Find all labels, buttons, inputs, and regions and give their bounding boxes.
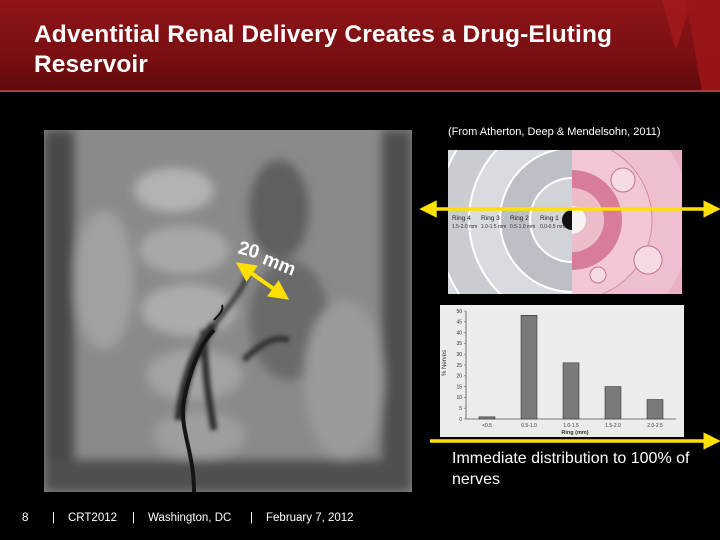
y-tick-label: 10 [456,395,462,401]
x-tick-label: 1.0-1.5 [563,423,579,429]
x-tick-label: 2.0-2.5 [647,423,663,429]
y-tick-label: 45 [456,320,462,326]
y-tick-label: 15 [456,384,462,390]
bar [520,315,538,420]
footer-event: CRT2012 [68,512,118,524]
y-tick-label: 20 [456,374,462,380]
slide-footer: 8 | CRT2012 | Washington, DC | February … [0,510,720,530]
nerve-distribution-chart: % Nerves Ring (mm) 0 5 10 15 20 25 30 35 40 45 50 <… [440,305,684,437]
footer-location: Washington, DC [148,512,232,524]
angiogram-image [44,130,412,492]
x-tick-label: 1.5-2.0 [605,423,621,429]
ring-label: Ring 4 [452,215,471,222]
footer-separator: | [250,512,253,524]
slide-title: Adventitial Renal Delivery Creates a Dru… [34,21,613,78]
bar [478,416,496,420]
ring-range: 1.5-2.0 mm [452,224,477,230]
ring-label: Ring 1 [540,215,559,222]
bar [604,386,622,420]
y-tick-label: 40 [456,330,462,336]
ring-label: Ring 3 [481,215,500,222]
bar [562,362,580,420]
y-tick-label: 0 [459,417,462,423]
ring-label: Ring 2 [510,215,529,222]
bar [646,399,664,420]
header-divider [0,90,720,92]
y-tick-label: 25 [456,363,462,369]
ring-range: 0.5-1.0 mm [510,224,535,230]
concentric-rings-diagram: Ring 4 1.5-2.0 mm Ring 3 1.0-1.5 mm Ring… [448,150,682,294]
y-axis-label: % Nerves [442,350,448,376]
y-tick-label: 5 [459,406,462,412]
footer-date: February 7, 2012 [266,512,354,524]
x-tick-label: <0.5 [482,423,492,429]
slide-header: Adventitial Renal Delivery Creates a Dru… [0,0,720,92]
citation-text: (From Atherton, Deep & Mendelsohn, 2011) [448,126,661,138]
ring-range: 0.0-0.5 mm [540,224,565,230]
y-tick-label: 50 [456,309,462,315]
footer-separator: | [132,512,135,524]
x-tick-label: 0.5-1.0 [521,423,537,429]
y-tick-label: 35 [456,341,462,347]
brand-logo [662,0,720,92]
footer-separator: | [52,512,55,524]
y-tick-label: 30 [456,352,462,358]
x-axis-label: Ring (mm) [561,430,588,436]
page-number: 8 [22,512,29,524]
ring-range: 1.0-1.5 mm [481,224,506,230]
caption-text: Immediate distribution to 100% of nerves [452,450,690,488]
